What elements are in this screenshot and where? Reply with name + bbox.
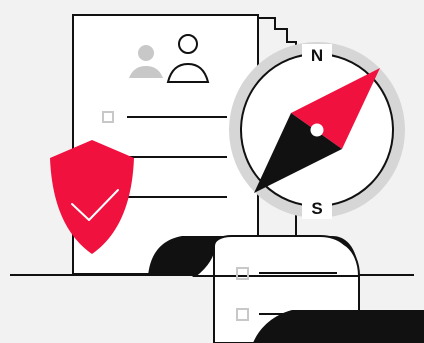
illustration-svg: N S [0,0,424,343]
compass-icon: N S [229,42,405,219]
compass-pivot [310,123,324,137]
compass-south-label: S [311,199,322,218]
illustration-canvas: N S [0,0,424,343]
profile-head-placeholder [138,45,154,61]
receipt-top-curl [192,235,361,277]
compass-north-label: N [311,46,323,65]
